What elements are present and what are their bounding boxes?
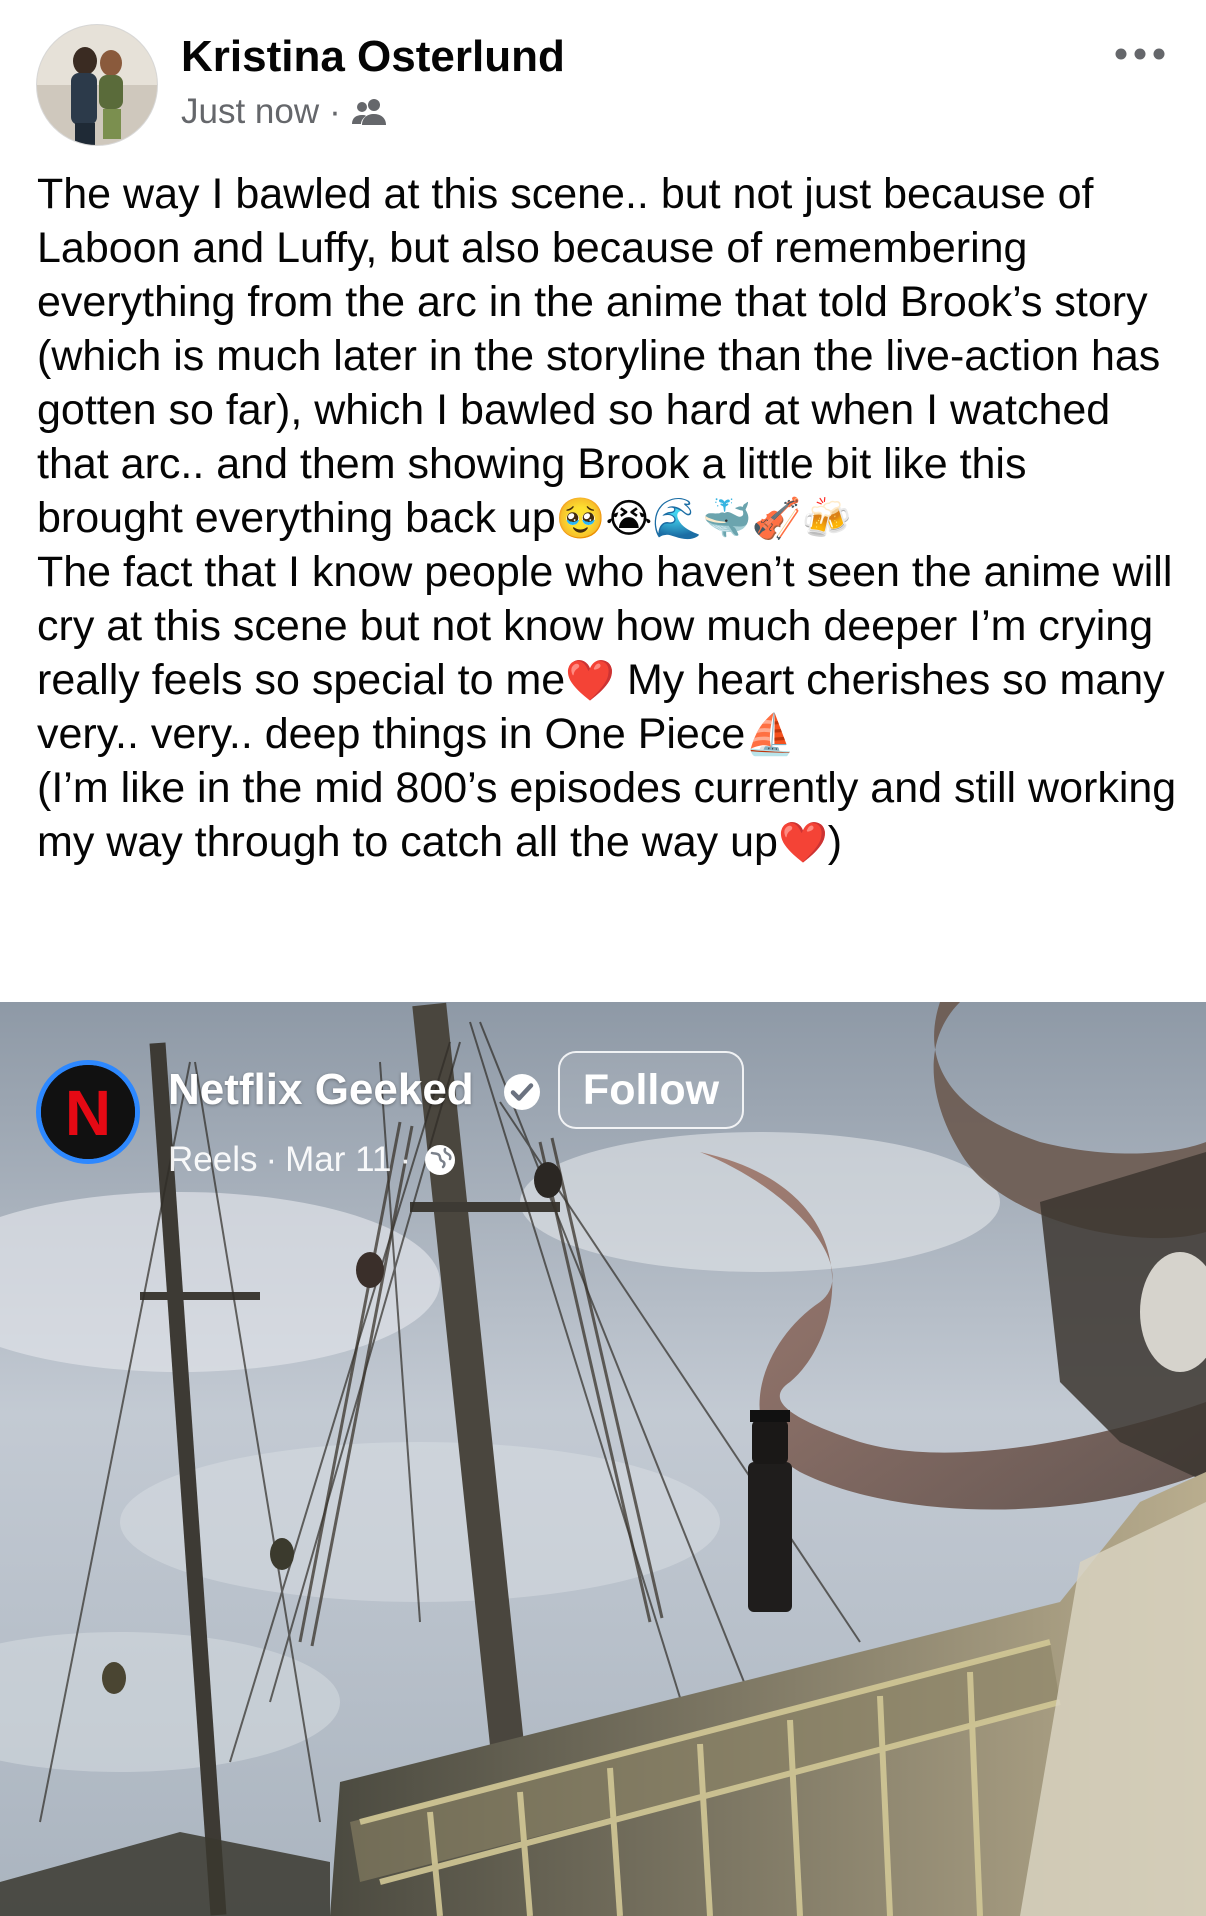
sailboat-emoji: ⛵: [745, 713, 796, 757]
post-paragraph: (I’m like in the mid 800’s episodes curr…: [37, 761, 1177, 869]
netflix-geeked-avatar[interactable]: N: [36, 1060, 140, 1164]
netflix-logo-icon: N: [41, 1065, 135, 1159]
meta-separator: ·: [399, 1140, 412, 1179]
post-header: Kristina Osterlund Just now ·: [0, 0, 1206, 150]
more-options-icon[interactable]: [1112, 44, 1168, 64]
post-timestamp[interactable]: Just now: [181, 92, 319, 132]
paragraph-text: ): [827, 818, 843, 866]
profile-photo: [37, 25, 157, 145]
paragraph-text: (I’m like in the mid 800’s episodes curr…: [37, 764, 1177, 866]
friends-icon: [351, 99, 386, 125]
post-paragraph: The fact that I know people who haven’t …: [37, 545, 1177, 761]
author-avatar[interactable]: [36, 24, 158, 146]
paragraph-text: The way I bawled at this scene.. but not…: [37, 170, 1161, 542]
follow-button[interactable]: Follow: [558, 1051, 744, 1129]
meta-separator: ·: [265, 1140, 278, 1179]
reel-page-name[interactable]: Netflix Geeked: [168, 1065, 474, 1115]
author-name[interactable]: Kristina Osterlund: [181, 32, 565, 82]
verified-badge-icon: [504, 1074, 540, 1110]
shared-reel[interactable]: N Netflix Geeked Follow Reels · Mar 11 ·: [0, 1002, 1206, 1916]
heart-emoji: ❤️: [777, 821, 828, 865]
netflix-logo-letter: N: [65, 1077, 111, 1149]
meta-separator: ·: [329, 92, 341, 131]
reel-type[interactable]: Reels: [168, 1140, 257, 1180]
globe-icon: [425, 1145, 456, 1175]
facebook-post: Kristina Osterlund Just now · The way I …: [0, 0, 1206, 1916]
emoji-sequence: 🥹😭🌊🐳🎻🍻: [555, 497, 852, 541]
post-paragraph: The way I bawled at this scene.. but not…: [37, 167, 1177, 545]
reel-meta: Reels · Mar 11 ·: [168, 1140, 457, 1180]
heart-emoji: ❤️: [565, 659, 615, 703]
reel-date[interactable]: Mar 11: [285, 1140, 391, 1180]
post-text: The way I bawled at this scene.. but not…: [37, 167, 1177, 869]
post-meta: Just now ·: [181, 92, 387, 132]
